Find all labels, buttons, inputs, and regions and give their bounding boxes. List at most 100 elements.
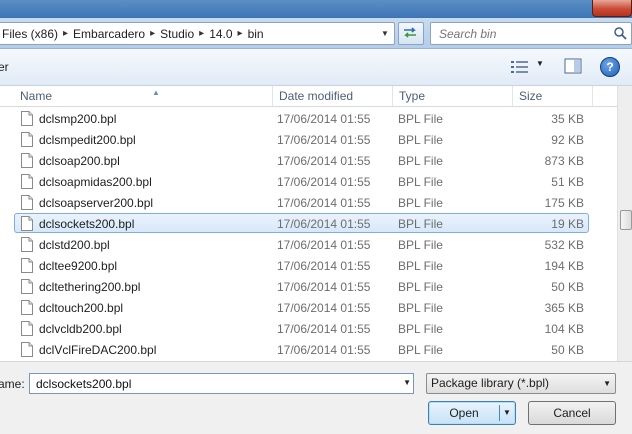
address-bar[interactable]: Files (x86) ▸ Embarcadero ▸ Studio ▸ 14.… [0, 22, 395, 45]
file-size: 175 KB [544, 196, 584, 210]
bpl-file-icon [21, 342, 33, 357]
file-size: 51 KB [551, 175, 584, 189]
new-folder-button[interactable]: er [0, 60, 9, 74]
open-split-divider [499, 405, 500, 421]
file-name: dclsockets200.bpl [39, 217, 135, 231]
file-name: dclVclFireDAC200.bpl [39, 343, 157, 357]
address-row: Files (x86) ▸ Embarcadero ▸ Studio ▸ 14.… [0, 18, 632, 49]
file-name: dclsmpedit200.bpl [39, 133, 136, 147]
window-titlebar [0, 0, 632, 18]
table-row[interactable]: dclsmpedit200.bpl 17/06/2014 01:55 BPL F… [14, 129, 589, 149]
table-row[interactable]: dcltethering200.bpl 17/06/2014 01:55 BPL… [14, 276, 589, 296]
table-row[interactable]: dclvcldb200.bpl 17/06/2014 01:55 BPL Fil… [14, 318, 589, 338]
file-date: 17/06/2014 01:55 [277, 217, 371, 231]
search-input[interactable] [437, 25, 611, 42]
breadcrumb-separator-icon[interactable]: ▸ [148, 28, 157, 39]
file-date: 17/06/2014 01:55 [277, 112, 371, 126]
table-row[interactable]: dclVclFireDAC200.bpl 17/06/2014 01:55 BP… [14, 339, 589, 359]
file-size: 194 KB [544, 259, 584, 273]
bpl-file-icon [21, 174, 33, 189]
file-type: BPL File [398, 343, 443, 357]
file-type: BPL File [398, 196, 443, 210]
help-icon[interactable]: ? [600, 57, 620, 77]
bpl-file-icon [21, 300, 33, 315]
open-button-label: Open [449, 406, 479, 420]
file-name: dcltouch200.bpl [39, 301, 124, 315]
search-box[interactable] [430, 22, 632, 45]
file-size: 50 KB [551, 343, 584, 357]
file-type-filter-select[interactable]: Package library (*.bpl) ▼ [426, 373, 616, 394]
preview-pane-icon[interactable] [564, 58, 582, 74]
breadcrumb-studio[interactable]: Studio [157, 27, 197, 41]
table-row[interactable]: dclsoap200.bpl 17/06/2014 01:55 BPL File… [14, 150, 589, 170]
file-name: dclsoapmidas200.bpl [39, 175, 152, 189]
table-row-selected[interactable]: dclsockets200.bpl 17/06/2014 01:55 BPL F… [14, 213, 589, 233]
breadcrumb-bin[interactable]: bin [245, 27, 267, 41]
file-name: dcltee9200.bpl [39, 259, 118, 273]
file-size: 532 KB [544, 238, 584, 252]
cancel-button[interactable]: Cancel [528, 401, 616, 425]
file-type: BPL File [398, 322, 443, 336]
file-date: 17/06/2014 01:55 [277, 301, 371, 315]
file-size: 35 KB [551, 112, 584, 126]
file-name: dclstd200.bpl [39, 238, 110, 252]
file-size: 873 KB [544, 154, 584, 168]
file-date: 17/06/2014 01:55 [277, 133, 371, 147]
filename-label: ame: [0, 377, 25, 391]
refresh-button[interactable] [398, 22, 424, 45]
bpl-file-icon [21, 258, 33, 273]
breadcrumb-separator-icon[interactable]: ▸ [61, 28, 70, 39]
bpl-file-icon [21, 237, 33, 252]
change-view-icon[interactable] [510, 59, 530, 75]
file-type: BPL File [398, 259, 443, 273]
bpl-file-icon [21, 195, 33, 210]
filter-dropdown-icon[interactable]: ▼ [603, 374, 611, 393]
scrollbar-thumb[interactable] [620, 210, 632, 230]
column-header-name[interactable]: ▲ Name [14, 86, 273, 106]
file-date: 17/06/2014 01:55 [277, 259, 371, 273]
search-icon[interactable] [613, 26, 627, 40]
file-type: BPL File [398, 175, 443, 189]
file-size: 19 KB [551, 217, 584, 231]
file-name: dclsoapserver200.bpl [39, 196, 154, 210]
window-close-button[interactable] [592, 0, 632, 17]
file-date: 17/06/2014 01:55 [277, 322, 371, 336]
file-date: 17/06/2014 01:55 [277, 154, 371, 168]
table-row[interactable]: dclsoapmidas200.bpl 17/06/2014 01:55 BPL… [14, 171, 589, 191]
file-name: dclsmp200.bpl [39, 112, 117, 126]
address-dropdown-icon[interactable]: ▼ [377, 23, 393, 44]
bpl-file-icon [21, 279, 33, 294]
file-type: BPL File [398, 217, 443, 231]
file-name: dclsoap200.bpl [39, 154, 120, 168]
table-row[interactable]: dclsoapserver200.bpl 17/06/2014 01:55 BP… [14, 192, 589, 212]
open-button[interactable]: Open ▼ [428, 401, 516, 425]
breadcrumb-program-files[interactable]: Files (x86) [0, 27, 61, 41]
filename-input[interactable] [34, 374, 398, 394]
file-date: 17/06/2014 01:55 [277, 280, 371, 294]
file-type-filter-value: Package library (*.bpl) [431, 376, 550, 390]
file-size: 365 KB [544, 301, 584, 315]
filename-combobox[interactable]: ▼ [29, 373, 414, 394]
breadcrumb-embarcadero[interactable]: Embarcadero [70, 27, 148, 41]
breadcrumb-version[interactable]: 14.0 [206, 27, 235, 41]
table-row[interactable]: dcltouch200.bpl 17/06/2014 01:55 BPL Fil… [14, 297, 589, 317]
table-row[interactable]: dclsmp200.bpl 17/06/2014 01:55 BPL File … [14, 108, 589, 128]
table-row[interactable]: dclstd200.bpl 17/06/2014 01:55 BPL File … [14, 234, 589, 254]
bpl-file-icon [21, 153, 33, 168]
file-size: 92 KB [551, 133, 584, 147]
column-header-size[interactable]: Size [513, 86, 593, 106]
column-header-date[interactable]: Date modified [273, 86, 393, 106]
file-name: dclvcldb200.bpl [39, 322, 122, 336]
view-dropdown-icon[interactable]: ▼ [536, 59, 544, 68]
bpl-file-icon [21, 111, 33, 126]
vertical-scrollbar[interactable] [617, 86, 632, 361]
file-date: 17/06/2014 01:55 [277, 238, 371, 252]
breadcrumb-separator-icon[interactable]: ▸ [236, 28, 245, 39]
table-row[interactable]: dcltee9200.bpl 17/06/2014 01:55 BPL File… [14, 255, 589, 275]
column-header-type[interactable]: Type [393, 86, 513, 106]
open-dropdown-icon[interactable]: ▼ [503, 402, 511, 424]
file-list[interactable]: ▲ Name Date modified Type Size dclsmp200… [0, 86, 617, 361]
breadcrumb-separator-icon[interactable]: ▸ [197, 28, 206, 39]
file-name: dcltethering200.bpl [39, 280, 141, 294]
filename-dropdown-icon[interactable]: ▼ [403, 378, 411, 387]
